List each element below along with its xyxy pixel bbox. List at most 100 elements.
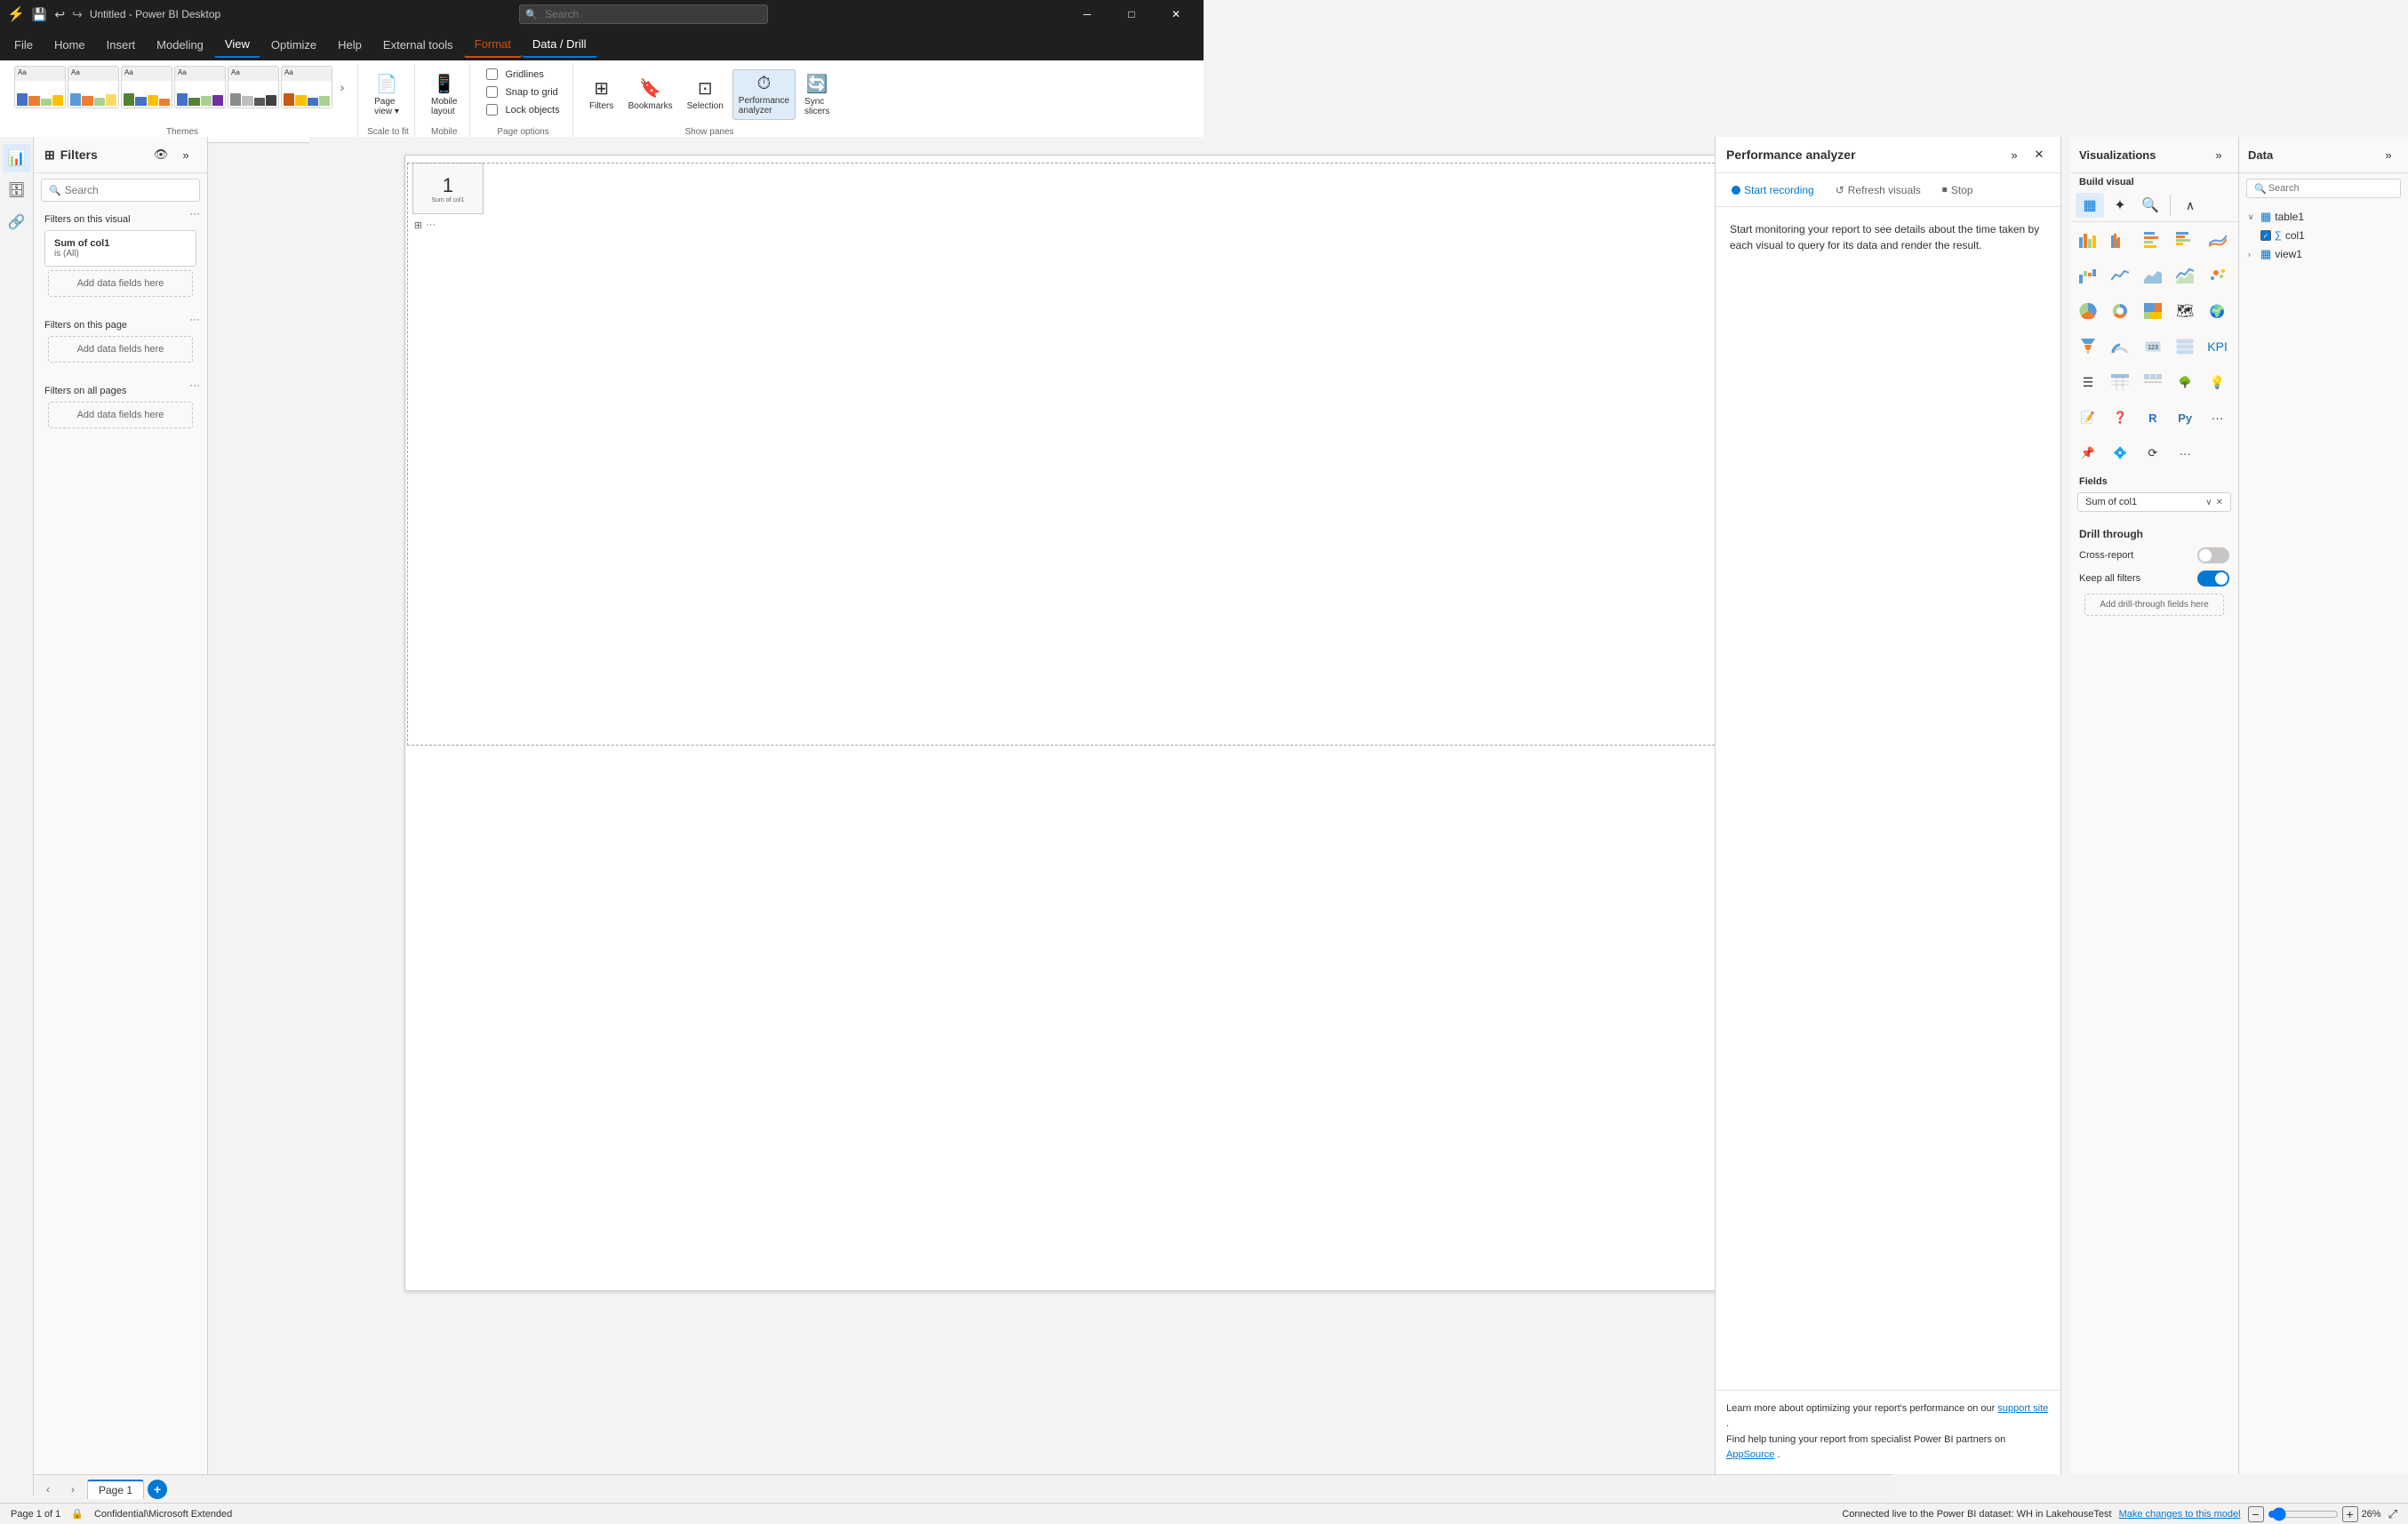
viz-icon7c[interactable]: ⟳ — [2139, 441, 2167, 466]
sidebar-model-icon[interactable]: 🔗 — [3, 208, 31, 236]
selection-button[interactable]: ⊡ Selection — [682, 74, 729, 115]
close-button[interactable]: ✕ — [1156, 0, 1196, 28]
snap-checkbox[interactable] — [486, 86, 498, 98]
zoom-in-btn[interactable]: + — [2342, 1506, 2358, 1522]
theme-3[interactable]: Aa — [121, 66, 172, 108]
page-prev-btn[interactable]: ‹ — [37, 1479, 59, 1500]
viz-decomp[interactable]: 🌳 — [2171, 370, 2199, 395]
viz-icon7a[interactable]: 📌 — [2074, 441, 2102, 466]
filters-on-visual-more[interactable]: ··· — [189, 207, 200, 219]
field-chip-expand[interactable]: ∨ — [2205, 498, 2212, 507]
themes-more-chevron[interactable]: › — [334, 66, 350, 108]
keep-all-filters-toggle[interactable] — [2197, 571, 2229, 586]
cross-report-toggle[interactable] — [2197, 547, 2229, 563]
add-page-fields-btn[interactable]: Add data fields here — [48, 336, 193, 363]
viz-scatter[interactable] — [2204, 263, 2232, 288]
viz-gauge[interactable] — [2106, 334, 2134, 359]
lock-objects-option[interactable]: Lock objects — [481, 101, 564, 118]
viz-pie[interactable] — [2074, 299, 2102, 323]
data-search-input[interactable] — [2267, 180, 2396, 197]
menu-data-drill[interactable]: Data / Drill — [522, 31, 597, 58]
menu-format[interactable]: Format — [464, 31, 522, 58]
filter-expand-icon[interactable]: » — [175, 144, 196, 165]
viz-qa[interactable]: ❓ — [2106, 405, 2134, 430]
viz-slicer[interactable]: ☰ — [2074, 370, 2102, 395]
viz-key-influencer[interactable]: 💡 — [2204, 370, 2232, 395]
filters-pane-button[interactable]: ⊞ Filters — [584, 74, 620, 115]
minimize-button[interactable]: ─ — [1067, 0, 1108, 28]
viz-icon7b[interactable]: 💠 — [2106, 441, 2134, 466]
zoom-slider[interactable] — [2268, 1507, 2339, 1521]
sidebar-report-icon[interactable]: 📊 — [3, 144, 31, 172]
viz-clustered-bar-h[interactable] — [2171, 227, 2199, 252]
page-next-btn[interactable]: › — [62, 1479, 84, 1500]
visual-more-icon[interactable]: ··· — [426, 219, 436, 231]
page-1-tab[interactable]: Page 1 — [87, 1480, 144, 1499]
viz-table[interactable] — [2106, 370, 2134, 395]
lock-checkbox[interactable] — [486, 104, 498, 116]
viz-table-icon[interactable]: ▦ — [2076, 193, 2104, 218]
viz-clustered-bar[interactable] — [2106, 227, 2134, 252]
performance-analyzer-button[interactable]: ⏱ Performanceanalyzer — [732, 69, 796, 120]
appsource-link[interactable]: AppSource — [1726, 1449, 1774, 1460]
snap-to-grid-option[interactable]: Snap to grid — [481, 84, 563, 100]
menu-external-tools[interactable]: External tools — [372, 31, 464, 58]
viz-stacked-bar-h[interactable] — [2139, 227, 2167, 252]
viz-expand-icon[interactable]: » — [2208, 144, 2229, 165]
undo-icon[interactable]: ↩ — [54, 7, 65, 22]
fit-screen-icon[interactable]: ⤢ — [2388, 1507, 2397, 1521]
mobile-layout-button[interactable]: 📱 Mobilelayout — [426, 69, 462, 120]
theme-1[interactable]: Aa — [14, 66, 66, 108]
viz-stacked-bar[interactable] — [2074, 227, 2102, 252]
perf-close-icon[interactable]: ✕ — [2028, 144, 2050, 165]
viz-treemap[interactable] — [2139, 299, 2167, 323]
menu-insert[interactable]: Insert — [96, 31, 147, 58]
gridlines-checkbox[interactable] — [486, 68, 498, 80]
sidebar-data-icon[interactable]: 🗄 — [3, 176, 31, 204]
redo-icon[interactable]: ↪ — [72, 7, 83, 22]
filters-on-all-pages-more[interactable]: ··· — [189, 379, 200, 391]
viz-multi-row-card[interactable] — [2171, 334, 2199, 359]
data-expand-icon[interactable]: » — [2378, 144, 2399, 165]
viz-smart-narrative[interactable]: 📝 — [2074, 405, 2102, 430]
viz-matrix[interactable] — [2139, 370, 2167, 395]
viz-map[interactable]: 🗺 — [2171, 299, 2199, 323]
support-site-link[interactable]: support site — [1997, 1403, 2048, 1414]
tree-view1[interactable]: › ▦ view1 — [2239, 244, 2408, 264]
bookmarks-button[interactable]: 🔖 Bookmarks — [623, 74, 678, 115]
viz-more[interactable]: ··· — [2204, 405, 2232, 430]
viz-waterfall[interactable] — [2074, 263, 2102, 288]
filter-search-input[interactable] — [61, 180, 206, 201]
viz-kpi[interactable]: KPI — [2204, 334, 2232, 359]
stop-btn[interactable]: ⏹ Stop — [1937, 180, 1979, 199]
menu-file[interactable]: File — [4, 31, 44, 58]
viz-donut[interactable] — [2106, 299, 2134, 323]
maximize-button[interactable]: □ — [1111, 0, 1152, 28]
refresh-visuals-btn[interactable]: ↺ Refresh visuals — [1830, 181, 1926, 199]
field-chip-remove[interactable]: ✕ — [2216, 498, 2223, 507]
viz-ai-icon[interactable]: 🔍 — [2136, 193, 2164, 218]
viz-collapse-icon[interactable]: ∧ — [2176, 193, 2204, 218]
viz-py[interactable]: Py — [2171, 405, 2199, 430]
col1-checkbox[interactable]: ✓ — [2260, 230, 2271, 241]
viz-r[interactable]: R — [2139, 405, 2167, 430]
viz-icon7d[interactable]: ··· — [2171, 441, 2199, 466]
filters-on-page-more[interactable]: ··· — [189, 313, 200, 325]
menu-view[interactable]: View — [214, 31, 260, 58]
viz-card[interactable]: 123 — [2139, 334, 2167, 359]
viz-line-area[interactable] — [2171, 263, 2199, 288]
viz-funnel[interactable] — [2074, 334, 2102, 359]
menu-help[interactable]: Help — [327, 31, 372, 58]
save-icon[interactable]: 💾 — [32, 7, 47, 22]
viz-filled-map[interactable]: 🌍 — [2204, 299, 2232, 323]
add-all-pages-fields-btn[interactable]: Add data fields here — [48, 402, 193, 428]
menu-modeling[interactable]: Modeling — [146, 31, 214, 58]
page-view-button[interactable]: 📄 Pageview ▾ — [369, 69, 404, 120]
gridlines-option[interactable]: Gridlines — [481, 66, 548, 83]
theme-6[interactable]: Aa — [281, 66, 332, 108]
menu-optimize[interactable]: Optimize — [260, 31, 327, 58]
sync-slicers-button[interactable]: 🔄 Syncslicers — [799, 69, 835, 120]
viz-area[interactable] — [2139, 263, 2167, 288]
add-drill-fields-btn[interactable]: Add drill-through fields here — [2084, 594, 2224, 616]
title-search-input[interactable] — [519, 4, 768, 24]
